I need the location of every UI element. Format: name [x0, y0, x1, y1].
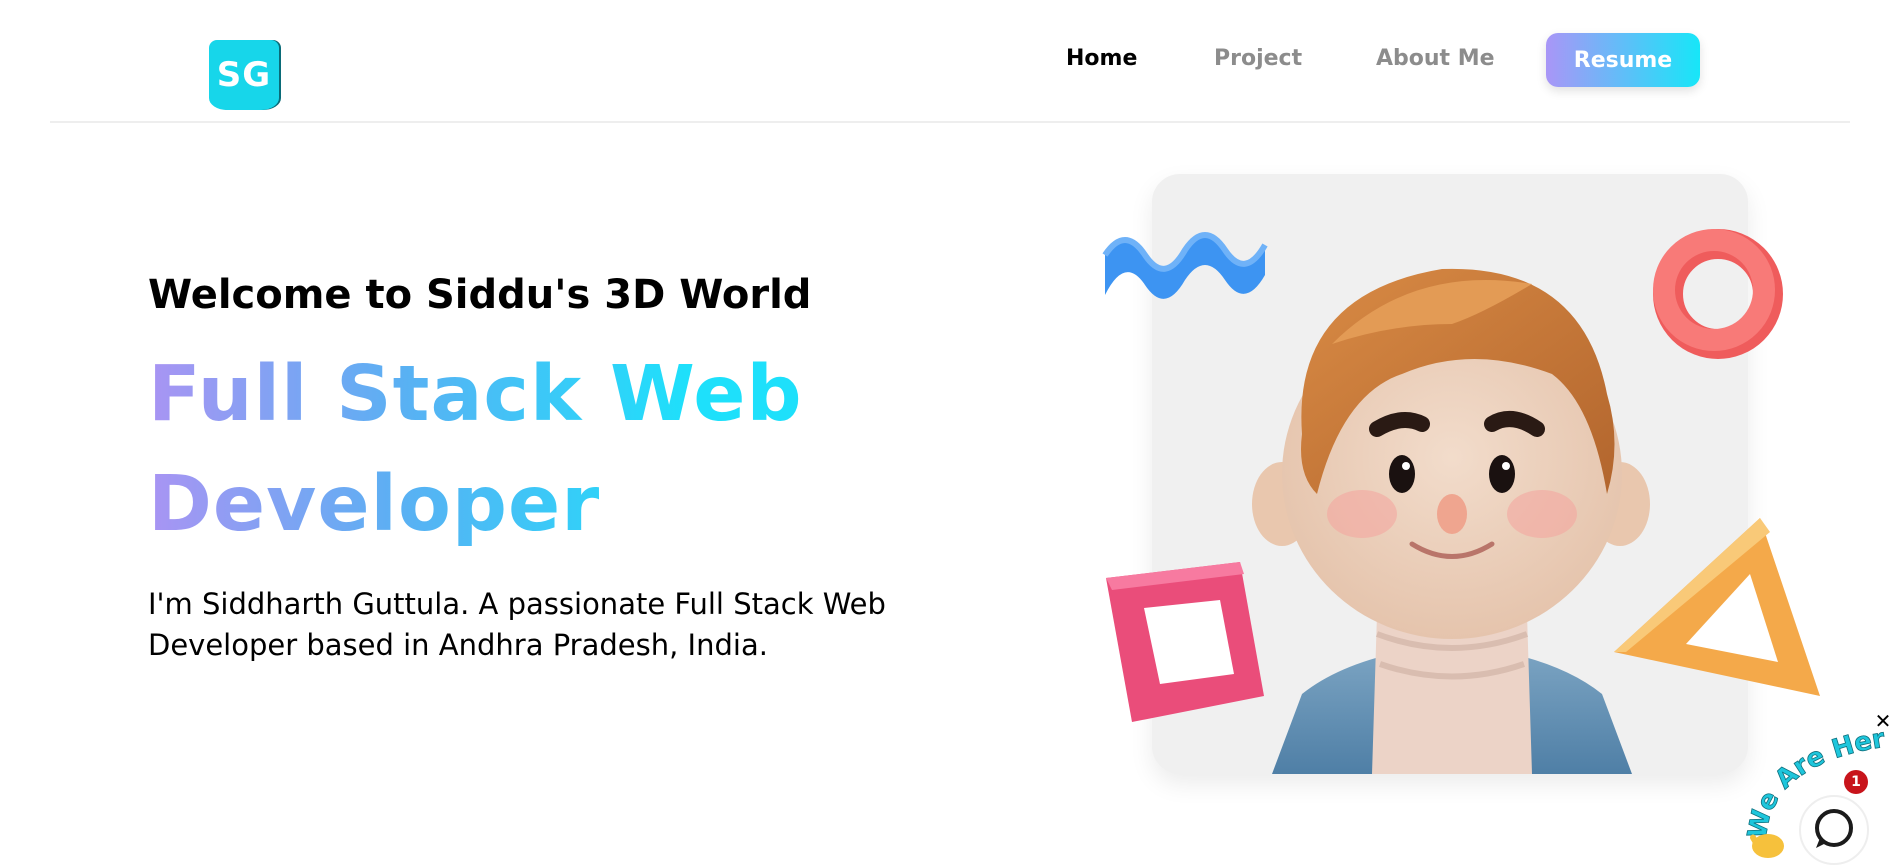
- logo-text: SG: [216, 55, 272, 95]
- orange-triangle-shape: [1614, 518, 1820, 696]
- nav-about-link[interactable]: About Me: [1376, 46, 1495, 71]
- waving-hand-icon: [1750, 834, 1784, 858]
- site-header: SG Home Project About Me Resume: [0, 0, 1897, 123]
- nav-home-link[interactable]: Home: [1066, 46, 1137, 71]
- resume-button[interactable]: Resume: [1546, 33, 1700, 87]
- headline-title: Full Stack Web Developer: [148, 340, 868, 560]
- nav-project-link[interactable]: Project: [1214, 46, 1302, 71]
- bio-text: I'm Siddharth Guttula. A passionate Full…: [148, 587, 886, 662]
- chat-unread-badge: 1: [1844, 770, 1868, 794]
- logo[interactable]: SG: [209, 40, 279, 110]
- pink-square-frame-shape: [1106, 562, 1264, 722]
- header-divider: [50, 121, 1850, 123]
- red-torus-shape: [1653, 229, 1783, 359]
- blue-wave-shape: [1102, 232, 1268, 299]
- welcome-heading: Welcome to Siddu's 3D World: [148, 272, 812, 318]
- chat-widget-launcher[interactable]: We Are Here!: [1740, 722, 1897, 867]
